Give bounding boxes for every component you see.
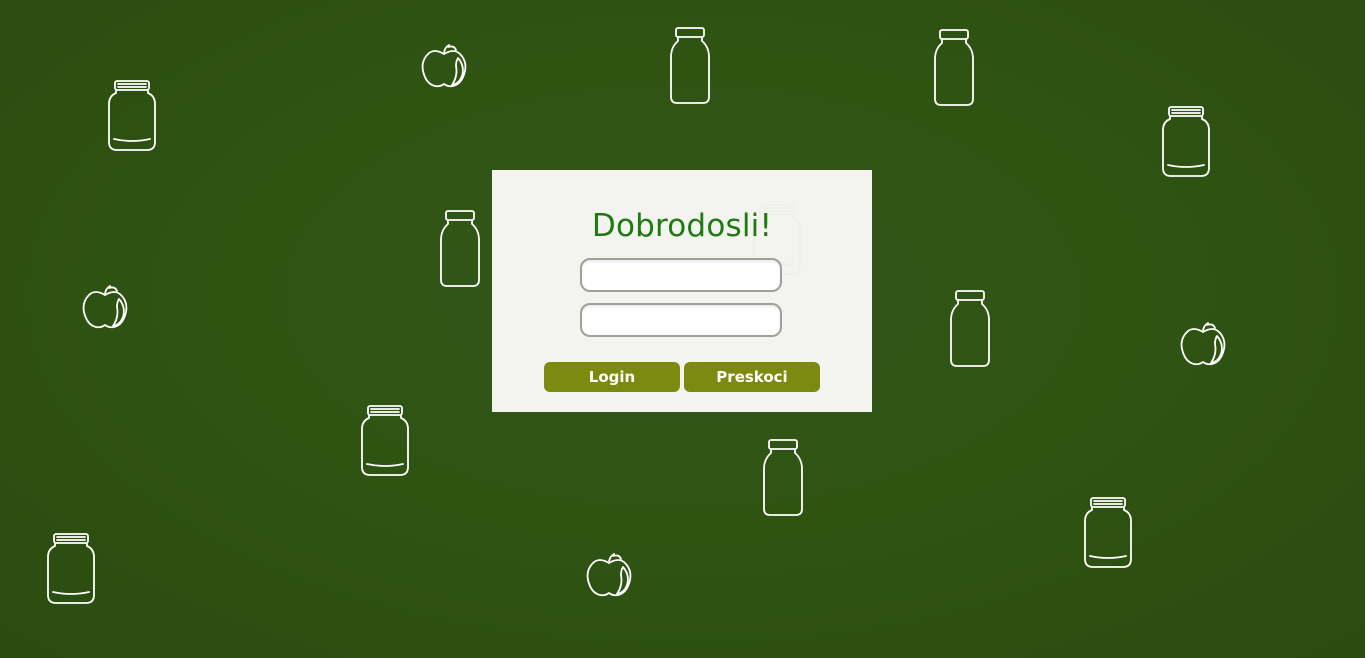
welcome-title: Dobrodosli! bbox=[591, 208, 773, 244]
jar-icon bbox=[1083, 497, 1133, 569]
username-input[interactable] bbox=[580, 258, 782, 292]
skip-button[interactable]: Preskoci bbox=[684, 362, 820, 392]
apple-icon bbox=[1179, 322, 1227, 366]
jar-icon bbox=[46, 533, 96, 605]
jar-icon bbox=[1161, 106, 1211, 178]
login-button[interactable]: Login bbox=[544, 362, 680, 392]
jar-icon bbox=[107, 80, 157, 152]
apple-icon bbox=[420, 44, 468, 88]
apple-icon bbox=[585, 553, 633, 597]
bottle-icon bbox=[949, 290, 991, 368]
jar-icon bbox=[360, 405, 410, 477]
apple-icon bbox=[81, 285, 129, 329]
login-panel: Dobrodosli! Login Preskoci bbox=[492, 170, 872, 412]
bottle-icon bbox=[669, 27, 711, 105]
bottle-icon bbox=[439, 210, 481, 288]
bottle-icon bbox=[762, 439, 804, 517]
bottle-icon bbox=[933, 29, 975, 107]
password-input[interactable] bbox=[580, 303, 782, 337]
